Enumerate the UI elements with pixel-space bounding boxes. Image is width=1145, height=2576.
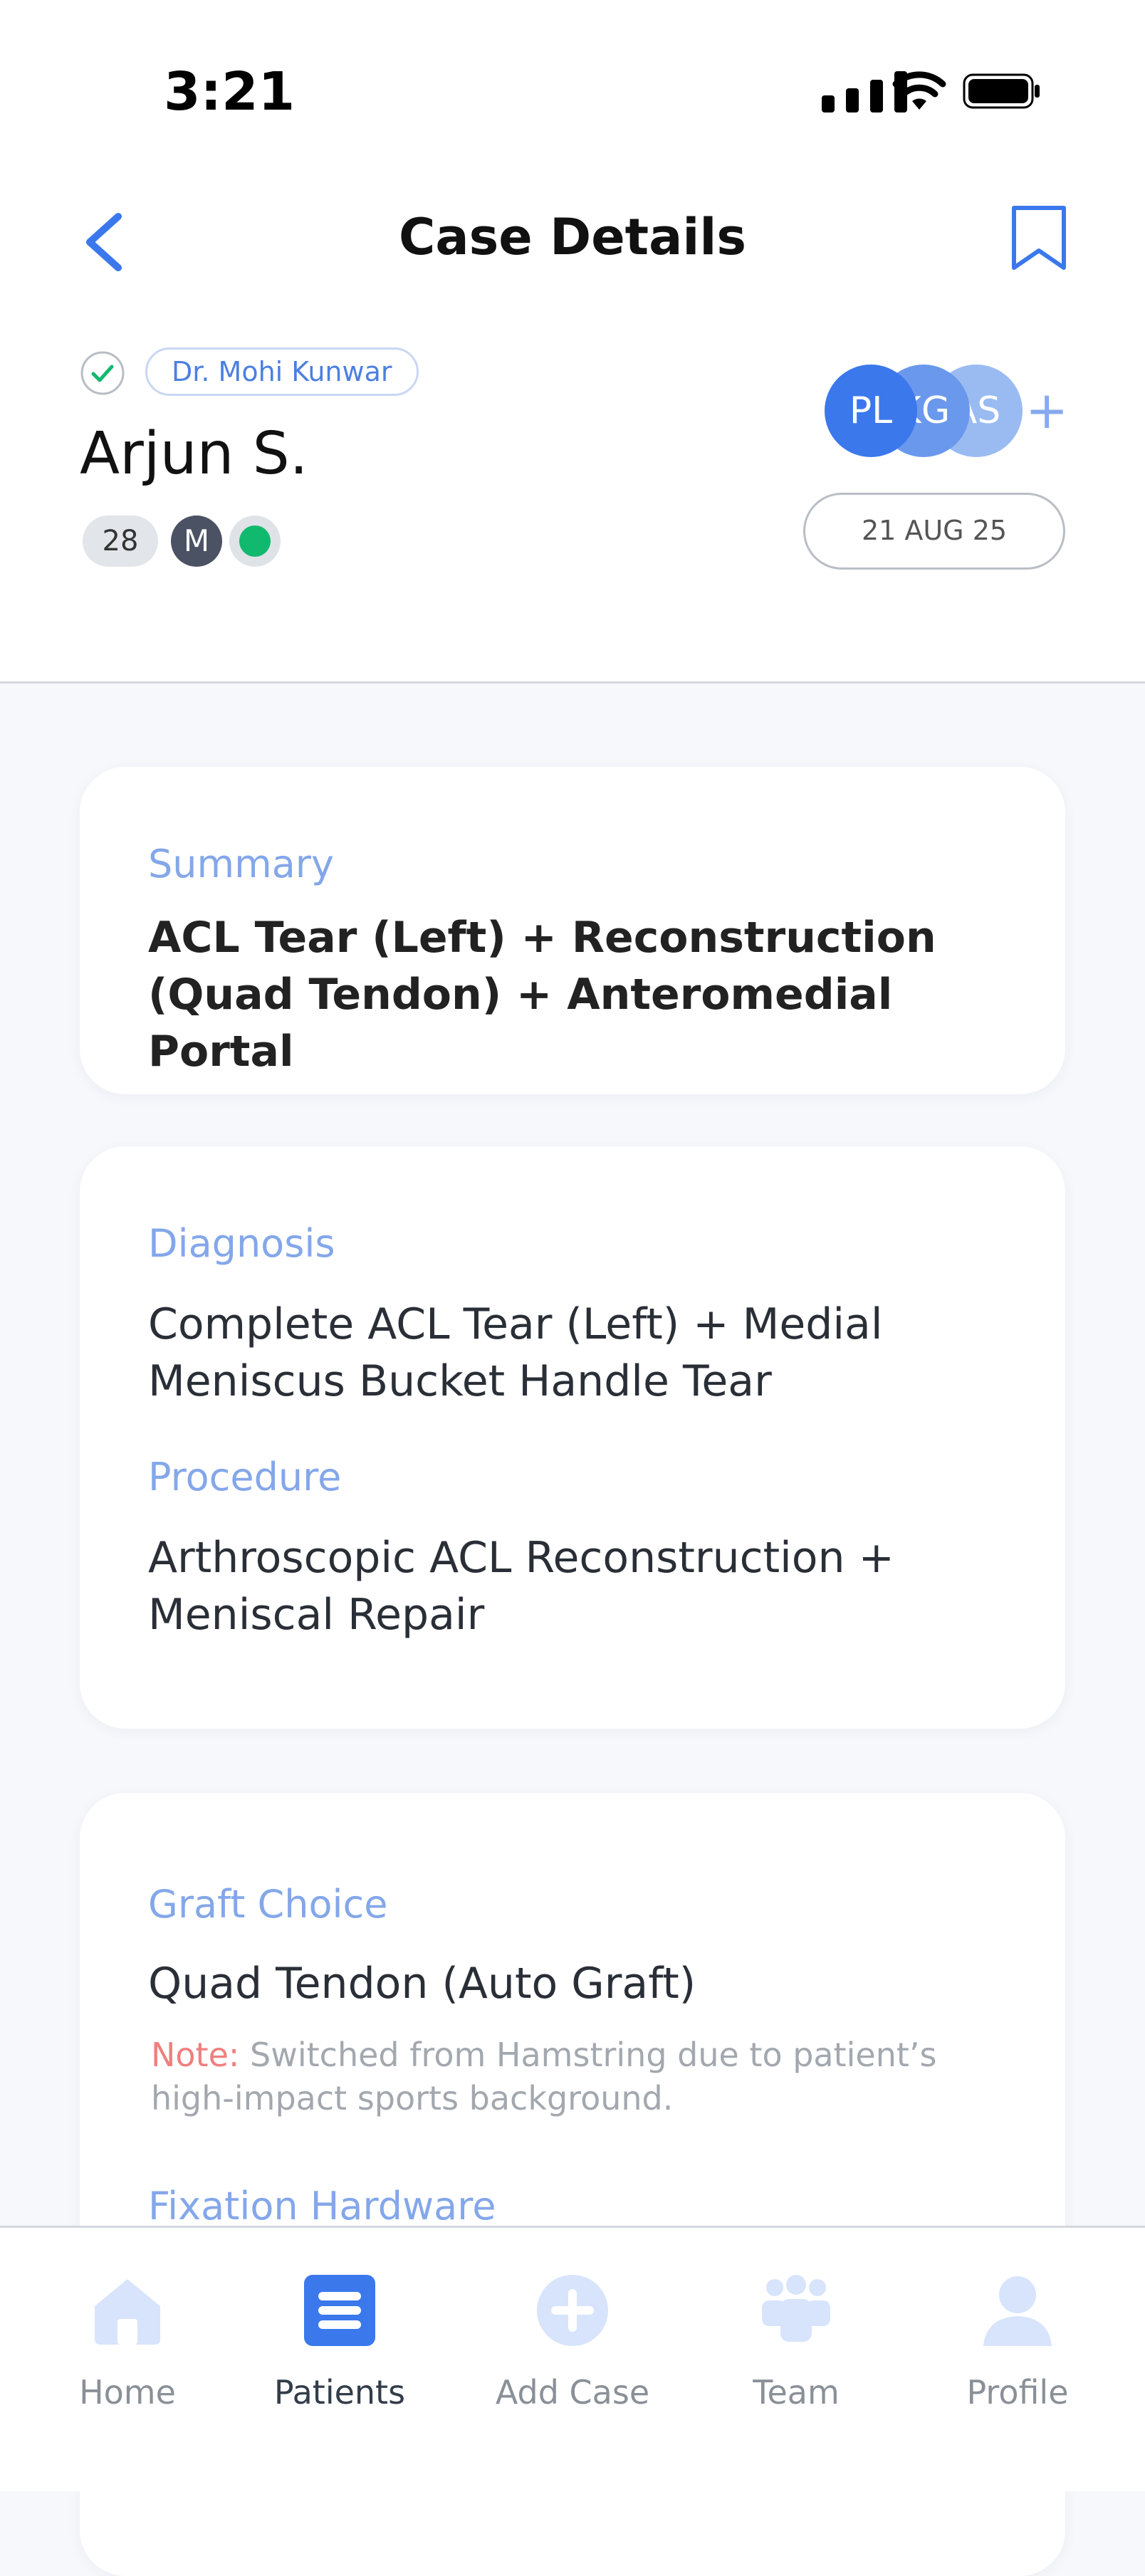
note-text: Switched from Hamstring due to patient’s… — [151, 2036, 937, 2117]
bottom-nav: Home Patients Add Case Team Profile — [0, 2226, 1145, 2491]
nav-item-home[interactable]: Home — [21, 2228, 234, 2491]
summary-text: ACL Tear (Left) + Reconstruction (Quad T… — [148, 913, 936, 1077]
age-badge: 28 — [83, 515, 158, 567]
patient-name: Arjun S. — [80, 420, 308, 488]
status-dot — [239, 525, 271, 557]
wifi-icon — [892, 71, 946, 110]
team-icon — [762, 2275, 830, 2342]
page-title: Case Details — [398, 208, 747, 266]
profile-icon — [983, 2276, 1052, 2346]
patients-list-icon — [304, 2275, 375, 2346]
bookmark-icon[interactable] — [1007, 202, 1071, 273]
nav-label-home: Home — [79, 2373, 176, 2412]
add-case-icon — [537, 2275, 608, 2346]
nav-item-add-case[interactable]: Add Case — [466, 2228, 679, 2491]
team-avatar[interactable]: PL — [825, 365, 917, 457]
procedure-text: Arthroscopic ACL Reconstruction + Menisc… — [148, 1533, 894, 1640]
nav-label-profile: Profile — [966, 2373, 1069, 2412]
nav-label-team: Team — [753, 2373, 840, 2412]
graft-text: Quad Tendon (Auto Graft) — [148, 1959, 696, 2009]
verified-check-icon — [80, 351, 125, 395]
diagnosis-procedure-card: Diagnosis Complete ACL Tear (Left) + Med… — [80, 1146, 1065, 1729]
summary-label: Summary — [148, 842, 334, 886]
diagnosis-label: Diagnosis — [148, 1221, 335, 1266]
procedure-label: Procedure — [148, 1455, 342, 1499]
diagnosis-text: Complete ACL Tear (Left) + Medial Menisc… — [148, 1299, 883, 1406]
case-date-badge: 21 AUG 25 — [803, 493, 1065, 570]
note-label: Note: — [151, 2036, 240, 2074]
fixation-label: Fixation Hardware — [148, 2184, 496, 2229]
graft-label: Graft Choice — [148, 1882, 388, 1927]
add-member-button[interactable]: + — [1025, 382, 1068, 439]
summary-card: Summary ACL Tear (Left) + Reconstruction… — [80, 767, 1065, 1094]
nav-item-patients[interactable]: Patients — [233, 2228, 446, 2491]
nav-label-patients: Patients — [273, 2373, 406, 2412]
nav-label-add-case: Add Case — [495, 2373, 650, 2412]
graft-note: Note: Switched from Hamstring due to pat… — [151, 2033, 1005, 2120]
status-time: 3:21 — [164, 61, 296, 122]
doctor-chip[interactable]: Dr. Mohi Kunwar — [145, 347, 419, 396]
status-indicator — [229, 515, 281, 567]
nav-item-profile[interactable]: Profile — [911, 2228, 1124, 2491]
gender-badge: M — [171, 515, 222, 567]
nav-item-team[interactable]: Team — [689, 2228, 903, 2491]
battery-icon — [963, 73, 1040, 109]
team-avatars[interactable]: PL KG AS + — [825, 365, 1068, 457]
home-icon — [95, 2279, 160, 2345]
